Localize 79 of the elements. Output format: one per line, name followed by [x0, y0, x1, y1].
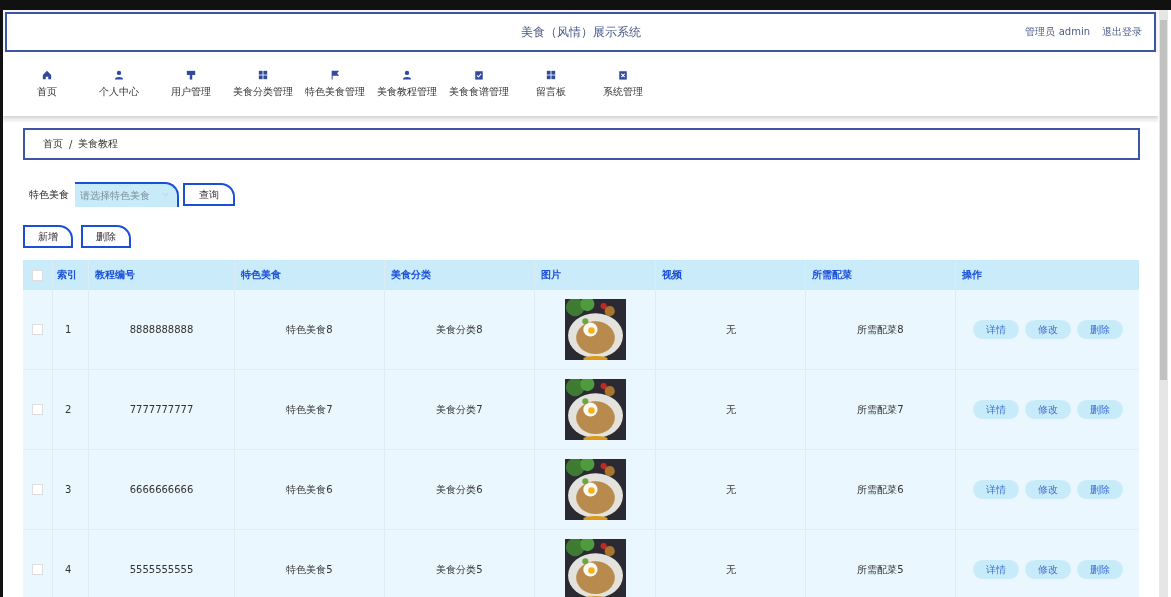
row-action-button[interactable]: 删除 — [1076, 400, 1123, 419]
nav-item[interactable]: 美食教程管理 — [371, 69, 443, 99]
table-cell: 美食分类7 — [436, 402, 483, 417]
table-cell: 特色美食5 — [286, 562, 333, 577]
breadcrumb-separator: / — [69, 138, 73, 150]
row-action-button[interactable]: 修改 — [1024, 560, 1071, 579]
breadcrumb-item[interactable]: 美食教程 — [78, 137, 119, 151]
nav-item[interactable]: 个人中心 — [83, 69, 155, 99]
table-cell: 5555555555 — [129, 564, 194, 575]
person-icon — [402, 69, 412, 80]
row-action-button[interactable]: 删除 — [1076, 560, 1123, 579]
table-cell: 2 — [65, 404, 72, 415]
row-action-button[interactable]: 详情 — [972, 400, 1019, 419]
row-action-button[interactable]: 修改 — [1024, 400, 1071, 419]
table-cell: 3 — [65, 484, 72, 495]
nav-item[interactable]: 美食分类管理 — [227, 69, 299, 99]
table-cell: 4 — [65, 564, 72, 575]
table-cell: 8888888888 — [129, 324, 194, 335]
query-button[interactable]: 查询 — [183, 183, 235, 206]
table-cell: 无 — [725, 562, 736, 577]
row-action-button[interactable]: 删除 — [1076, 320, 1123, 339]
nav-item[interactable]: 系统管理 — [587, 69, 659, 99]
row-action-button[interactable]: 详情 — [972, 320, 1019, 339]
table-cell: 1 — [65, 324, 72, 335]
table-cell: 6666666666 — [129, 484, 194, 495]
column-header: 操作 — [962, 268, 982, 282]
table-cell: 无 — [725, 402, 736, 417]
table-cell: 美食分类6 — [436, 482, 483, 497]
row-action-button[interactable]: 修改 — [1024, 320, 1071, 339]
nav-item[interactable]: 首页 — [11, 69, 83, 99]
row-checkbox[interactable] — [32, 564, 43, 575]
table-cell: 所需配菜8 — [857, 322, 904, 337]
table-cell: 无 — [725, 482, 736, 497]
row-action-button[interactable]: 详情 — [972, 560, 1019, 579]
person-icon — [114, 69, 124, 80]
food-select[interactable]: 请选择特色美食 — [75, 182, 179, 207]
clipboard-check-icon — [474, 69, 484, 80]
row-checkbox[interactable] — [32, 404, 43, 415]
column-header: 特色美食 — [241, 268, 281, 282]
app-title: 美食（风情）展示系统 — [520, 23, 641, 41]
column-header: 美食分类 — [391, 268, 431, 282]
clipboard-x-icon — [618, 69, 628, 80]
column-header: 索引 — [57, 268, 77, 282]
select-all-checkbox[interactable] — [32, 269, 43, 281]
home-icon — [42, 69, 52, 80]
row-action-button[interactable]: 详情 — [972, 480, 1019, 499]
nav-item[interactable]: 用户管理 — [155, 69, 227, 99]
user-label: 管理员 admin — [1025, 25, 1090, 39]
table-cell: 特色美食8 — [286, 322, 333, 337]
table-cell: 美食分类8 — [436, 322, 483, 337]
table-cell: 美食分类5 — [436, 562, 483, 577]
action-button[interactable]: 删除 — [81, 225, 131, 248]
column-header: 视频 — [662, 268, 682, 282]
nav-item[interactable]: 留言板 — [515, 69, 587, 99]
table-cell: 无 — [725, 322, 736, 337]
scrollbar[interactable] — [1159, 10, 1168, 597]
row-checkbox[interactable] — [32, 324, 43, 335]
row-action-button[interactable]: 修改 — [1024, 480, 1071, 499]
action-button[interactable]: 新增 — [23, 225, 73, 248]
filter-label: 特色美食 — [29, 187, 69, 202]
table-cell: 特色美食6 — [286, 482, 333, 497]
table-cell: 特色美食7 — [286, 402, 333, 417]
table-cell: 7777777777 — [129, 404, 194, 415]
nav-item[interactable]: 美食食谱管理 — [443, 69, 515, 99]
column-header: 图片 — [541, 268, 561, 282]
grid-icon — [546, 69, 556, 80]
grid-icon — [258, 69, 268, 80]
row-checkbox[interactable] — [32, 484, 43, 495]
column-header: 教程编号 — [95, 268, 135, 282]
table-cell: 所需配菜7 — [857, 402, 904, 417]
table-cell: 所需配菜5 — [857, 562, 904, 577]
flag-icon — [330, 69, 340, 80]
scrollbar-thumb[interactable] — [1160, 20, 1167, 380]
breadcrumb-item[interactable]: 首页 — [43, 137, 63, 151]
row-action-button[interactable]: 删除 — [1076, 480, 1123, 499]
nav-item[interactable]: 特色美食管理 — [299, 69, 371, 99]
table-cell: 所需配菜6 — [857, 482, 904, 497]
column-header: 所需配菜 — [812, 268, 852, 282]
logout-link[interactable]: 退出登录 — [1102, 25, 1142, 39]
